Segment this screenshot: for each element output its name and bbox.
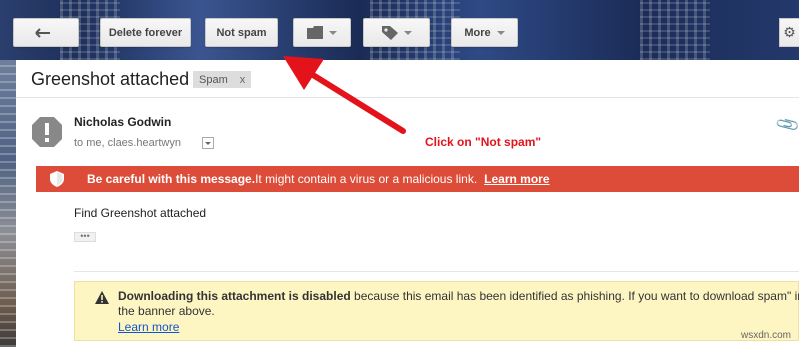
more-label: More [464, 26, 491, 39]
back-arrow-icon [35, 27, 50, 38]
chevron-down-icon [329, 30, 337, 35]
watermark: wsxdn.com [740, 330, 791, 341]
chevron-down-icon [496, 30, 505, 35]
email-subject: Greenshot attached [31, 69, 190, 89]
not-spam-label: Not spam [216, 26, 267, 39]
chevron-down-icon [403, 30, 412, 35]
back-button[interactable] [13, 18, 79, 47]
attachment-warning-text: Downloading this attachment is disabled … [118, 289, 799, 319]
remove-label-button[interactable]: x [240, 74, 246, 86]
message-panel: Greenshot attached Spam x Nicholas Godwi… [16, 60, 799, 347]
divider [74, 271, 799, 272]
banner-title: Be careful with this message. [87, 172, 256, 186]
delete-forever-label: Delete forever [108, 26, 183, 39]
attachment-disabled-warning: Downloading this attachment is disabled … [74, 281, 799, 341]
sender-name: Nicholas Godwin [74, 115, 172, 129]
warning-triangle-icon [95, 291, 109, 304]
gear-icon: ⚙ [783, 24, 796, 40]
recipient-text: to me, claes.heartwyn [74, 137, 181, 149]
more-button[interactable]: More [451, 18, 518, 47]
tag-icon [381, 25, 398, 40]
spam-label-text: Spam [199, 73, 228, 86]
folder-icon [307, 26, 323, 39]
chevron-down-icon [205, 141, 211, 145]
attachment-warning-title: Downloading this attachment is disabled [118, 289, 351, 303]
move-to-button[interactable] [293, 18, 351, 47]
banner-text: It might contain a virus or a malicious … [255, 172, 478, 186]
attachment-icon: 📎 [775, 112, 799, 139]
email-body: Find Greenshot attached [74, 206, 207, 220]
toolbar: Delete forever Not spam More ⚙ [0, 0, 799, 60]
not-spam-button[interactable]: Not spam [205, 18, 278, 47]
settings-button[interactable]: ⚙ [779, 18, 799, 47]
spam-label-chip: Spam x [193, 71, 252, 88]
labels-button[interactable] [363, 18, 430, 47]
background-strip [0, 60, 16, 347]
delete-forever-button[interactable]: Delete forever [100, 18, 191, 47]
annotation-text: Click on "Not spam" [425, 135, 542, 149]
warning-avatar-icon [32, 117, 62, 147]
shield-icon [50, 171, 64, 187]
phishing-warning-banner: Be careful with this message. It might c… [36, 166, 799, 192]
banner-learn-more-link[interactable]: Learn more [484, 172, 549, 186]
show-trimmed-content-button[interactable]: ••• [74, 232, 96, 242]
recipient-details-dropdown[interactable] [202, 137, 214, 149]
subject-row: Greenshot attached Spam x [16, 60, 799, 98]
attachment-learn-more-link[interactable]: Learn more [118, 320, 179, 334]
